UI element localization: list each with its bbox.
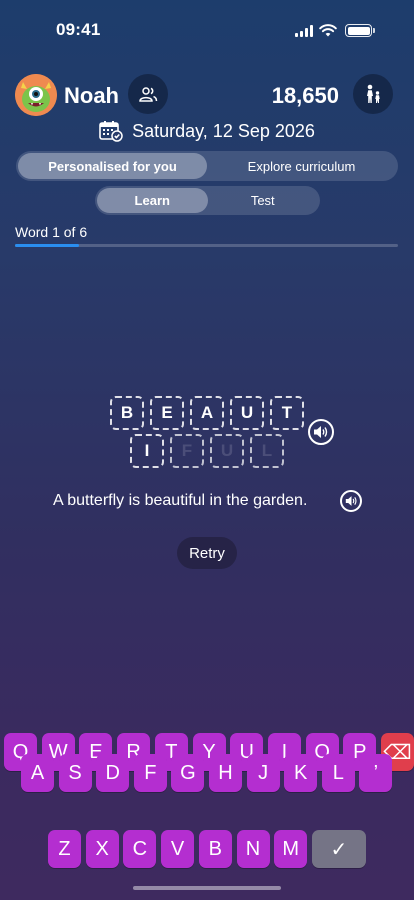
submit-key[interactable]: ✓ bbox=[311, 830, 366, 868]
key-k[interactable]: K bbox=[284, 754, 318, 792]
letter-tile: T bbox=[270, 396, 304, 430]
letter-tile: U bbox=[210, 434, 244, 468]
key-apostrophe[interactable]: ’ bbox=[359, 754, 393, 792]
word-progress-label: Word 1 of 6 bbox=[15, 224, 88, 240]
wifi-icon bbox=[319, 24, 337, 37]
tab-explore-curriculum[interactable]: Explore curriculum bbox=[207, 153, 396, 179]
word-audio-button[interactable] bbox=[308, 419, 334, 445]
word-progress-bar bbox=[15, 244, 398, 247]
tab-test[interactable]: Test bbox=[208, 188, 319, 213]
battery-icon bbox=[345, 24, 375, 37]
retry-button[interactable]: Retry bbox=[177, 537, 237, 569]
key-g[interactable]: G bbox=[171, 754, 205, 792]
mode-segmented-control: Personalised for you Explore curriculum bbox=[16, 151, 398, 181]
current-date: Saturday, 12 Sep 2026 bbox=[132, 120, 315, 141]
calendar-icon bbox=[99, 121, 123, 142]
user-name: Noah bbox=[64, 83, 119, 108]
key-v[interactable]: V bbox=[161, 830, 195, 868]
points-total: 18,650 bbox=[271, 83, 339, 108]
status-icons bbox=[295, 24, 375, 37]
letter-tile: A bbox=[190, 396, 224, 430]
letter-tile: B bbox=[110, 396, 144, 430]
key-l[interactable]: L bbox=[321, 754, 355, 792]
speaker-icon bbox=[314, 426, 328, 438]
status-bar: 09:41 bbox=[0, 0, 414, 60]
walk-button[interactable] bbox=[353, 74, 393, 114]
key-f[interactable]: F bbox=[133, 754, 167, 792]
key-a[interactable]: A bbox=[21, 754, 54, 792]
tab-personalised[interactable]: Personalised for you bbox=[18, 153, 207, 179]
key-z[interactable]: Z bbox=[48, 830, 81, 868]
letter-tile: I bbox=[130, 434, 164, 468]
key-s[interactable]: S bbox=[58, 754, 92, 792]
speaker-icon bbox=[345, 496, 357, 506]
key-c[interactable]: C bbox=[123, 830, 157, 868]
key-x[interactable]: X bbox=[85, 830, 119, 868]
tab-learn[interactable]: Learn bbox=[97, 188, 208, 213]
signal-icon bbox=[295, 24, 313, 37]
friends-button[interactable] bbox=[128, 74, 168, 114]
letter-tile: U bbox=[230, 396, 264, 430]
monster-avatar-icon bbox=[15, 74, 57, 116]
status-time: 09:41 bbox=[56, 20, 101, 39]
example-sentence: A butterfly is beautiful in the garden. bbox=[53, 492, 308, 509]
word-progress-fill bbox=[15, 244, 79, 247]
date-row: Saturday, 12 Sep 2026 bbox=[0, 120, 414, 142]
key-n[interactable]: N bbox=[236, 830, 270, 868]
home-indicator bbox=[133, 886, 281, 890]
letter-tile: F bbox=[170, 434, 204, 468]
key-d[interactable]: D bbox=[96, 754, 130, 792]
key-m[interactable]: M bbox=[274, 830, 308, 868]
letter-tile: L bbox=[250, 434, 284, 468]
key-h[interactable]: H bbox=[209, 754, 242, 792]
friends-icon bbox=[139, 87, 158, 102]
sentence-audio-button[interactable] bbox=[340, 490, 362, 512]
walking-icon bbox=[367, 84, 380, 103]
key-j[interactable]: J bbox=[246, 754, 280, 792]
letter-tile: E bbox=[150, 396, 184, 430]
learn-test-segmented-control: Learn Test bbox=[95, 186, 320, 215]
key-b[interactable]: B bbox=[198, 830, 232, 868]
avatar[interactable] bbox=[15, 74, 57, 116]
